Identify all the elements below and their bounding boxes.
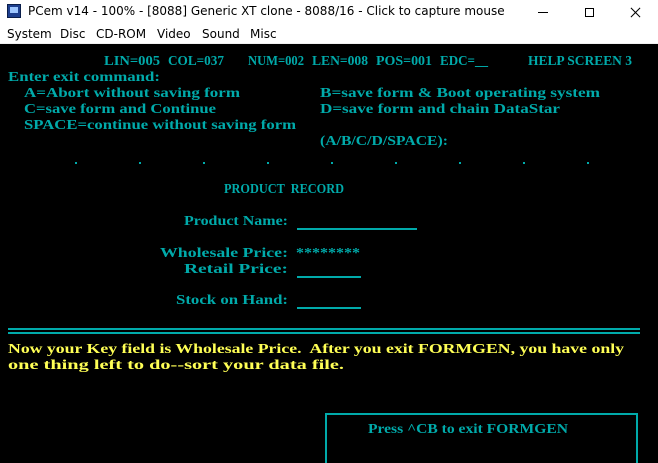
- ruler-dot: [267, 162, 269, 164]
- ruler-dot: [75, 162, 77, 164]
- menu-misc[interactable]: Misc: [250, 27, 277, 41]
- status-pos: POS=001: [376, 54, 432, 69]
- ruler-dot: [459, 162, 461, 164]
- pcem-app-icon: [7, 4, 21, 18]
- maximize-button[interactable]: [566, 0, 612, 24]
- minimize-icon: [538, 11, 548, 13]
- window-title-bar[interactable]: PCem v14 - 100% - [8088] Generic XT clon…: [0, 0, 658, 24]
- retail-price-field[interactable]: [297, 276, 361, 278]
- exit-hint: Press ^CB to exit FORMGEN: [368, 422, 568, 437]
- menu-sound[interactable]: Sound: [202, 27, 240, 41]
- menu-bar: System Disc CD-ROM Video Sound Misc: [0, 24, 658, 44]
- stock-on-hand-label: Stock on Hand:: [176, 293, 288, 308]
- wholesale-price-label: Wholesale Price:: [160, 246, 288, 261]
- option-b: B=save form & Boot operating system: [320, 86, 600, 101]
- menu-disc[interactable]: Disc: [60, 27, 85, 41]
- ruler-dot: [203, 162, 205, 164]
- wholesale-price-field[interactable]: ********: [296, 246, 360, 262]
- divider-line: [8, 328, 640, 330]
- status-col: COL=037: [168, 54, 224, 69]
- status-len: LEN=008: [312, 54, 368, 69]
- menu-system[interactable]: System: [7, 27, 52, 41]
- help-message-line-2: one thing left to do--sort your data fil…: [8, 358, 344, 373]
- stock-on-hand-field[interactable]: [297, 307, 361, 309]
- divider-line: [8, 332, 640, 334]
- option-d: D=save form and chain DataStar: [320, 102, 560, 117]
- emulator-screen[interactable]: LIN=005 COL=037 NUM=002 LEN=008 POS=001 …: [0, 44, 658, 463]
- status-edc: EDC=__: [440, 54, 488, 69]
- product-name-field[interactable]: [297, 228, 417, 230]
- retail-price-label: Retail Price:: [184, 262, 288, 277]
- status-lin: LIN=005: [104, 54, 160, 69]
- window-title: PCem v14 - 100% - [8088] Generic XT clon…: [28, 4, 505, 18]
- ruler-dot: [139, 162, 141, 164]
- menu-cd-rom[interactable]: CD-ROM: [96, 27, 146, 41]
- exit-prompt: Enter exit command:: [8, 70, 160, 85]
- menu-video[interactable]: Video: [157, 27, 191, 41]
- close-icon: [630, 7, 641, 18]
- option-a: A=Abort without saving form: [24, 86, 240, 101]
- minimize-button[interactable]: [520, 0, 566, 24]
- ruler-dot: [395, 162, 397, 164]
- status-num: NUM=002: [248, 54, 304, 69]
- help-screen-label: HELP SCREEN 3: [528, 54, 632, 69]
- product-name-label: Product Name:: [184, 214, 288, 229]
- help-message-line-1: Now your Key field is Wholesale Price. A…: [8, 342, 624, 357]
- ruler-dot: [523, 162, 525, 164]
- option-c: C=save form and Continue: [24, 102, 216, 117]
- option-space: SPACE=continue without saving form: [24, 118, 296, 133]
- maximize-icon: [584, 7, 594, 17]
- form-title: PRODUCT RECORD: [224, 182, 344, 197]
- exit-hint-box: [325, 413, 638, 463]
- exit-choice-prompt: (A/B/C/D/SPACE):: [320, 134, 448, 149]
- ruler-dot: [331, 162, 333, 164]
- ruler-dot: [587, 162, 589, 164]
- close-button[interactable]: [612, 0, 658, 24]
